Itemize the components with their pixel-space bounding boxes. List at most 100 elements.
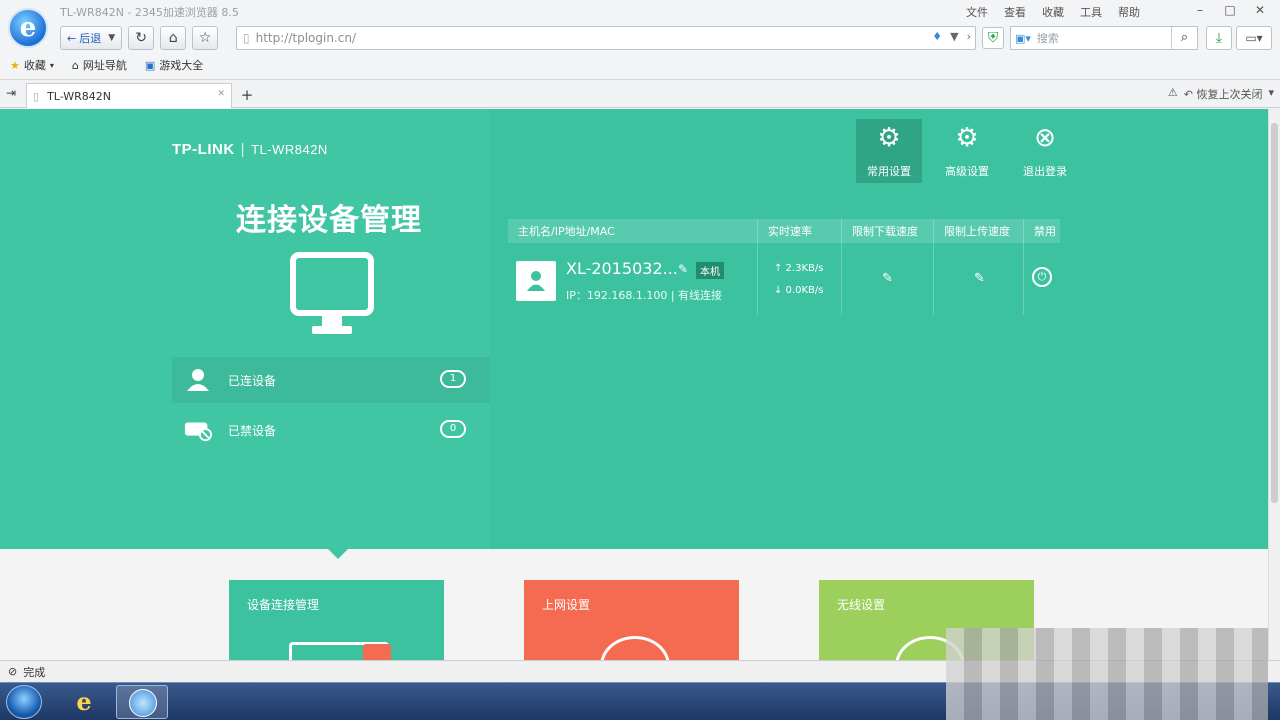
refresh-icon: ↻ <box>135 30 147 46</box>
address-tools: ♦ ▼ › <box>932 30 971 43</box>
go-icon[interactable]: › <box>967 30 971 43</box>
monitor-icon <box>290 252 374 334</box>
gears-icon: ⚙ <box>955 123 979 153</box>
favorite-button[interactable]: ☆ <box>192 26 219 50</box>
card-device-management[interactable]: 设备连接管理 <box>229 580 444 660</box>
globe-icon <box>600 636 670 660</box>
brand-name: TP-LINK <box>172 141 235 158</box>
col-disable: 禁用 <box>1034 225 1056 238</box>
window-controls: – □ ✕ <box>1186 2 1274 18</box>
address-bar[interactable]: ▯ http://tplogin.cn/ ♦ ▼ › <box>236 26 976 50</box>
restore-closed-button[interactable]: ↶ 恢复上次关闭 <box>1184 86 1263 102</box>
router-page: TP-LINK | TL-WR842N 连接设备管理 已连设备 1 已禁设备 0… <box>0 109 1268 660</box>
menu-view[interactable]: 查看 <box>1004 4 1026 20</box>
card-title: 无线设置 <box>837 598 886 612</box>
local-device-badge: 本机 <box>696 262 724 279</box>
bookmark-games[interactable]: ▣ 游戏大全 <box>145 57 203 73</box>
user-icon[interactable]: ⚠ <box>1168 86 1178 102</box>
mic-icon[interactable]: ♦ <box>932 30 942 43</box>
status-icon: ⊘ <box>8 665 18 678</box>
download-speed: ↓ 0.0KB/s <box>774 285 824 296</box>
section-pointer <box>328 549 348 559</box>
shield-icon[interactable]: ⛨ <box>982 27 1004 49</box>
browser-chrome: e TL-WR842N - 2345加速浏览器 8.5 文件 查看 收藏 工具 … <box>0 0 1280 80</box>
card-badge <box>363 644 391 660</box>
hero-left: TP-LINK | TL-WR842N 连接设备管理 已连设备 1 已禁设备 0 <box>0 109 490 549</box>
search-box[interactable]: ▣▾ 搜索 ⌕ <box>1010 26 1198 50</box>
page-scrollbar[interactable] <box>1268 109 1280 660</box>
status-text: 完成 <box>23 665 46 679</box>
download-icon[interactable]: ⤓ <box>1206 26 1232 50</box>
col-upload-limit: 限制上传速度 <box>934 219 1024 243</box>
common-settings-button[interactable]: ⚙ 常用设置 <box>856 119 922 183</box>
new-tab-button[interactable]: + <box>236 85 258 105</box>
search-engine-icon[interactable]: ▣▾ <box>1015 32 1031 45</box>
blocked-count: 0 <box>440 420 466 438</box>
card-internet-settings[interactable]: 上网设置 <box>524 580 739 660</box>
tab-bar-right: ⚠ ↶ 恢复上次关闭 ▾ <box>1168 86 1274 102</box>
bookmark-nav[interactable]: ⌂ 网址导航 <box>72 57 127 73</box>
sidebar-item-connected[interactable]: 已连设备 1 <box>172 357 490 403</box>
col-speed: 实时速率 <box>758 219 842 243</box>
page-icon: ▯ <box>243 31 250 45</box>
maximize-icon[interactable]: □ <box>1216 2 1244 18</box>
scroll-thumb[interactable] <box>1271 123 1278 503</box>
logout-button[interactable]: ⊗ 退出登录 <box>1012 119 1078 183</box>
menu-help[interactable]: 帮助 <box>1118 4 1140 20</box>
chevron-down-icon[interactable]: ▾ <box>1268 86 1274 102</box>
col-host: 主机名/IP地址/MAC <box>508 219 758 243</box>
start-button[interactable] <box>6 685 42 719</box>
nav-toolbar: ← 后退 ▼ ↻ ⌂ ☆ <box>60 26 219 50</box>
back-label: 后退 <box>79 32 102 45</box>
page-title: 连接设备管理 <box>236 203 422 238</box>
star-icon: ☆ <box>198 30 212 46</box>
game-icon: ▣ <box>144 58 156 72</box>
table-header: 主机名/IP地址/MAC 实时速率 限制下载速度 限制上传速度 禁用 <box>508 219 1060 243</box>
star-icon: ★ <box>10 58 20 72</box>
tab-close-icon[interactable]: ✕ <box>217 89 225 99</box>
feature-cards: 设备连接管理 上网设置 无线设置 <box>229 580 1034 660</box>
pixelated-overlay <box>946 628 1268 720</box>
advanced-settings-button[interactable]: ⚙ 高级设置 <box>934 119 1000 183</box>
sidebar-item-blocked[interactable]: 已禁设备 0 <box>172 407 490 453</box>
blocked-device-icon <box>184 416 212 444</box>
connected-count: 1 <box>440 370 466 388</box>
chevron-down-icon[interactable]: ▼ <box>950 30 958 43</box>
sidebar-toggle-icon[interactable]: ⇥ <box>6 86 16 100</box>
menu-file[interactable]: 文件 <box>966 4 988 20</box>
edit-name-icon[interactable]: ✎ <box>678 262 688 276</box>
device-table: 主机名/IP地址/MAC 实时速率 限制下载速度 限制上传速度 禁用 XL-20… <box>508 219 1060 315</box>
tab-title: TL-WR842N <box>47 89 111 103</box>
close-icon[interactable]: ✕ <box>1246 2 1274 18</box>
taskbar-ie-icon[interactable]: e <box>64 687 104 717</box>
col-download-limit: 限制下载速度 <box>842 219 934 243</box>
nav-icon: ⌂ <box>71 58 79 72</box>
disable-power-icon[interactable]: ⏻ <box>1032 267 1052 287</box>
user-icon <box>184 366 212 394</box>
edit-upload-limit-icon[interactable]: ✎ <box>974 271 985 286</box>
taskbar-browser-app[interactable] <box>116 685 168 719</box>
settings-menu-icon[interactable]: ▭▾ <box>1236 26 1272 50</box>
home-button[interactable]: ⌂ <box>160 26 187 50</box>
minimize-icon[interactable]: – <box>1186 2 1214 18</box>
refresh-button[interactable]: ↻ <box>128 26 155 50</box>
close-circle-icon: ⊗ <box>1034 123 1056 153</box>
sidebar-item-label: 已连设备 <box>228 373 277 388</box>
browser-app-icon <box>129 689 157 717</box>
search-icon[interactable]: ⌕ <box>1171 27 1197 49</box>
device-name: XL-2015032... <box>566 259 678 278</box>
model-name: TL-WR842N <box>251 142 328 157</box>
back-arrow-icon: ← <box>67 31 77 45</box>
search-input[interactable]: 搜索 <box>1037 30 1059 46</box>
chevron-down-icon[interactable]: ▼ <box>108 33 115 43</box>
edit-download-limit-icon[interactable]: ✎ <box>882 271 893 286</box>
top-menu: 文件 查看 收藏 工具 帮助 <box>966 4 1140 20</box>
table-row: XL-2015032... ✎ 本机 IP：192.168.1.100 | 有线… <box>508 243 1060 315</box>
bookmark-favorites[interactable]: ★ 收藏 ▾ <box>10 57 54 73</box>
tab-router[interactable]: ▯ TL-WR842N ✕ <box>26 83 232 108</box>
card-title: 上网设置 <box>542 598 591 612</box>
menu-favorites[interactable]: 收藏 <box>1042 4 1064 20</box>
menu-tools[interactable]: 工具 <box>1080 4 1102 20</box>
bookmarks-bar: ★ 收藏 ▾ ⌂ 网址导航 ▣ 游戏大全 <box>10 57 203 73</box>
back-button[interactable]: ← 后退 ▼ <box>60 26 123 50</box>
